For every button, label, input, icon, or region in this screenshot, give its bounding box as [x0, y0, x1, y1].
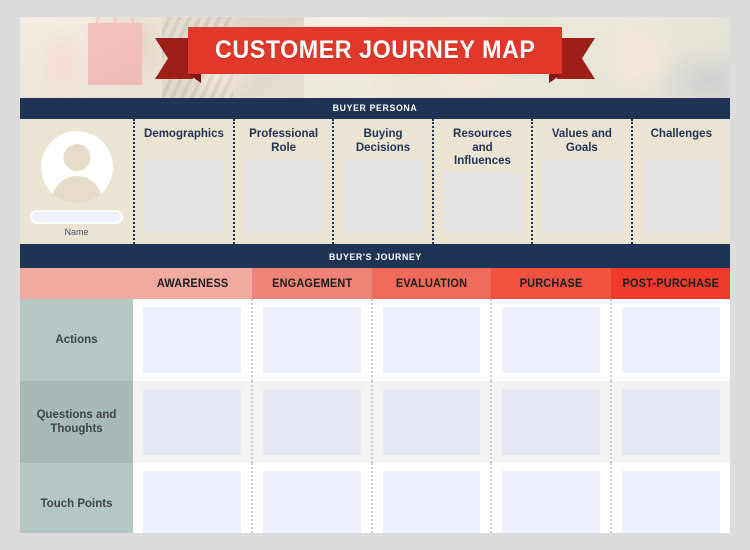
- journey-cell[interactable]: [370, 463, 491, 533]
- journey-cell[interactable]: [490, 463, 610, 533]
- journey-cell[interactable]: [133, 299, 251, 381]
- cell-input[interactable]: [622, 471, 720, 533]
- title-ribbon: CUSTOMER JOURNEY MAP: [155, 27, 562, 83]
- cell-input[interactable]: [502, 389, 601, 455]
- buyer-persona-section: Name Demographics Professional Role Buyi…: [20, 119, 730, 247]
- journey-row-questions-and-thoughts: Questions and Thoughts: [20, 381, 730, 463]
- buyers-journey-label: BUYER'S JOURNEY: [328, 252, 422, 263]
- stage-label: ENGAGEMENT: [272, 277, 353, 290]
- stage-label: PURCHASE: [519, 277, 583, 290]
- journey-cell[interactable]: [490, 299, 610, 381]
- persona-name-input[interactable]: [30, 209, 123, 224]
- buyer-persona-section-bar: BUYER PERSONA: [20, 98, 730, 119]
- persona-input-box[interactable]: [144, 160, 224, 232]
- journey-cell[interactable]: [370, 299, 491, 381]
- cell-input[interactable]: [502, 307, 601, 373]
- stage-header-evaluation[interactable]: EVALUATION: [371, 268, 492, 299]
- persona-column-demographics: Demographics: [133, 119, 233, 244]
- stage-header-spacer: [20, 268, 133, 299]
- cell-input[interactable]: [382, 471, 481, 533]
- journey-row-actions: Actions: [20, 299, 730, 381]
- row-cells: [133, 463, 730, 533]
- stage-header-awareness[interactable]: AWARENESS: [133, 268, 253, 299]
- cell-input[interactable]: [262, 307, 361, 373]
- stage-label: AWARENESS: [156, 277, 229, 290]
- cell-input[interactable]: [143, 471, 241, 533]
- persona-column-title: Values and Goals: [551, 128, 612, 154]
- persona-input-box[interactable]: [243, 160, 324, 232]
- journey-cell[interactable]: [610, 463, 730, 533]
- stage-header-post-purchase[interactable]: POST-PURCHASE: [610, 268, 730, 299]
- avatar-head: [63, 143, 90, 171]
- row-cells: [133, 381, 730, 463]
- row-label-actions: Actions: [20, 299, 133, 381]
- journey-stage-header-row: AWARENESS ENGAGEMENT EVALUATION PURCHASE…: [20, 268, 730, 299]
- journey-row-touch-points: Touch Points: [20, 463, 730, 533]
- cell-input[interactable]: [262, 471, 361, 533]
- cell-input[interactable]: [622, 389, 720, 455]
- row-label-questions-and-thoughts: Questions and Thoughts: [20, 381, 133, 463]
- stage-label: EVALUATION: [395, 277, 468, 290]
- page-title: CUSTOMER JOURNEY MAP: [214, 36, 536, 64]
- cell-input[interactable]: [622, 307, 720, 373]
- row-cells: [133, 299, 730, 381]
- persona-column-professional-role: Professional Role: [232, 119, 332, 244]
- journey-cell[interactable]: [490, 381, 610, 463]
- journey-cell[interactable]: [250, 463, 371, 533]
- persona-name-label: Name: [64, 226, 89, 237]
- journey-grid: Actions Questions and Thoughts Touch Poi…: [20, 299, 730, 533]
- row-label-touch-points: Touch Points: [20, 463, 133, 533]
- persona-column-title: Resources and Influences: [453, 128, 512, 168]
- persona-input-box[interactable]: [542, 160, 622, 232]
- persona-columns: Demographics Professional Role Buying De…: [133, 119, 730, 244]
- persona-column-title: Buying Decisions: [355, 128, 411, 154]
- stage-label: POST-PURCHASE: [622, 277, 719, 290]
- journey-map-page: CUSTOMER JOURNEY MAP BUYER PERSONA Name …: [20, 17, 730, 533]
- journey-cell[interactable]: [370, 381, 491, 463]
- persona-column-buying-decisions: Buying Decisions: [332, 119, 431, 244]
- cell-input[interactable]: [382, 389, 481, 455]
- buyers-journey-section-bar: BUYER'S JOURNEY: [20, 247, 730, 268]
- cell-input[interactable]: [143, 307, 241, 373]
- persona-column-resources-and-influences: Resources and Influences: [431, 119, 531, 244]
- persona-column-challenges: Challenges: [630, 119, 730, 244]
- persona-column-title: Demographics: [144, 128, 224, 140]
- user-avatar-icon: [40, 130, 113, 203]
- persona-column-title: Professional Role: [249, 128, 319, 154]
- ribbon-body: CUSTOMER JOURNEY MAP: [188, 27, 562, 74]
- journey-cell[interactable]: [133, 381, 251, 463]
- journey-cell[interactable]: [250, 299, 371, 381]
- hero-photo-banner: CUSTOMER JOURNEY MAP: [20, 17, 730, 98]
- journey-cell[interactable]: [610, 381, 730, 463]
- cell-input[interactable]: [262, 389, 361, 455]
- avatar-body: [51, 175, 102, 203]
- journey-cell[interactable]: [610, 299, 730, 381]
- cell-input[interactable]: [502, 471, 601, 533]
- persona-column-title: Challenges: [650, 128, 712, 140]
- journey-cell[interactable]: [133, 463, 251, 533]
- persona-identity-cell: Name: [20, 119, 133, 244]
- persona-input-box[interactable]: [343, 160, 423, 232]
- persona-input-box[interactable]: [442, 172, 523, 232]
- cell-input[interactable]: [143, 389, 241, 455]
- persona-input-box[interactable]: [641, 160, 721, 232]
- cell-input[interactable]: [382, 307, 481, 373]
- journey-cell[interactable]: [250, 381, 371, 463]
- stage-header-engagement[interactable]: ENGAGEMENT: [252, 268, 372, 299]
- stage-header-purchase[interactable]: PURCHASE: [491, 268, 611, 299]
- persona-column-values-and-goals: Values and Goals: [531, 119, 630, 244]
- buyer-persona-label: BUYER PERSONA: [332, 103, 418, 114]
